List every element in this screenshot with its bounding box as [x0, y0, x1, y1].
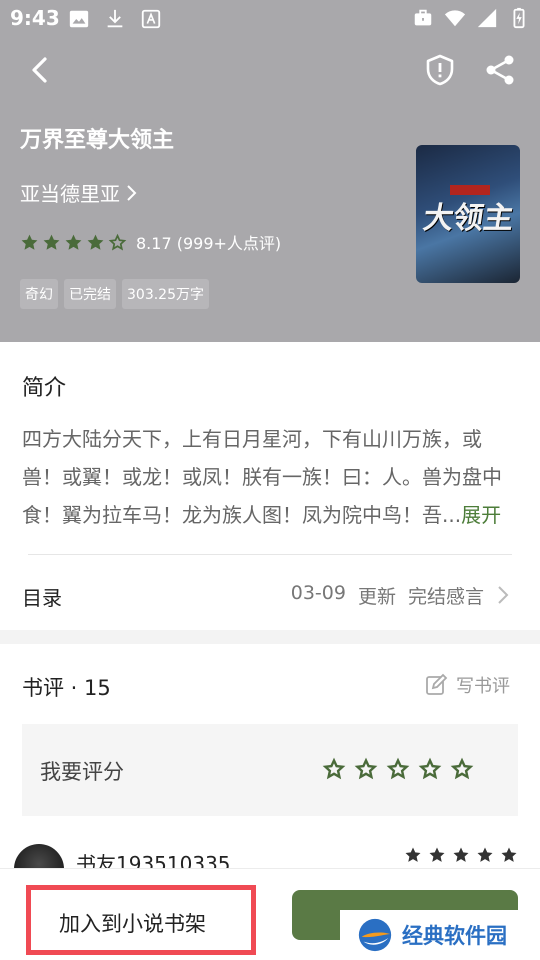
reviewer-stars	[404, 846, 518, 864]
watermark-logo-icon	[358, 918, 392, 952]
intro-heading: 简介	[22, 376, 67, 401]
watermark: 经典软件园	[340, 910, 540, 960]
toc-row[interactable]: 目录 03-09 更新 完结感言	[0, 562, 540, 628]
status-bar: 9:43	[0, 0, 540, 36]
rate-star-4-icon[interactable]	[418, 757, 442, 781]
expand-link[interactable]: 展开	[461, 503, 501, 527]
watermark-text: 经典软件园	[402, 924, 507, 948]
status-notification-icons	[68, 8, 162, 30]
book-tags: 奇幻 已完结 303.25万字	[20, 279, 209, 309]
toc-latest-chapter: 完结感言	[407, 586, 484, 608]
star-filled-icon	[429, 847, 445, 862]
rate-star-5-icon[interactable]	[450, 757, 474, 781]
star-filled-icon	[405, 847, 421, 862]
signal-icon	[477, 8, 497, 28]
author-link[interactable]: 亚当德里亚	[20, 178, 138, 207]
chevron-right-icon	[498, 586, 509, 604]
book-header: 9:43 万界至尊大领主 亚当德里亚 8.17 (999+人点评) 奇幻 已完结…	[0, 0, 540, 342]
tag-status: 已完结	[64, 279, 116, 309]
review-heading: 书评 · 15	[22, 676, 111, 700]
star-filled-icon	[43, 234, 60, 250]
divider	[28, 554, 512, 555]
briefcase-icon	[414, 9, 432, 26]
rate-star-3-icon[interactable]	[386, 757, 410, 781]
intro-text: 四方大陆分天下，上有日月星河，下有山川万族，或兽！或翼！或龙！或凤！朕有一族！曰…	[22, 420, 512, 534]
rate-star-1-icon[interactable]	[322, 757, 346, 781]
star-outline-icon	[108, 233, 127, 250]
add-to-shelf-label: 加入到小说书架	[59, 912, 206, 936]
star-filled-icon	[65, 234, 82, 250]
toc-update-label: 更新	[357, 586, 396, 608]
share-button[interactable]	[482, 52, 518, 88]
rate-label: 我要评分	[40, 760, 124, 784]
edit-icon	[426, 673, 448, 695]
rate-star-2-icon[interactable]	[354, 757, 378, 781]
write-review-label: 写书评	[456, 676, 510, 697]
rating-text: 8.17 (999+人点评)	[136, 234, 282, 253]
status-system-icons	[412, 7, 530, 29]
rate-panel: 我要评分	[22, 724, 518, 816]
battery-icon	[513, 7, 525, 29]
section-separator	[0, 630, 540, 644]
book-title: 万界至尊大领主	[20, 128, 175, 153]
toc-latest-info: 03-09 更新 完结感言	[291, 582, 484, 609]
tag-word-count: 303.25万字	[122, 279, 209, 309]
status-time: 9:43	[10, 6, 60, 30]
cover-title: 大领主	[421, 201, 516, 236]
back-button[interactable]	[22, 52, 58, 88]
star-filled-icon	[21, 234, 38, 250]
rate-stars	[322, 757, 474, 781]
write-review-button[interactable]: 写书评	[424, 672, 510, 698]
book-cover[interactable]: 大领主	[416, 145, 520, 283]
text-a-icon	[141, 9, 161, 29]
chevron-right-icon	[127, 184, 137, 201]
author-name: 亚当德里亚	[20, 182, 120, 206]
star-filled-icon	[477, 847, 493, 862]
intro-body: 四方大陆分天下，上有日月星河，下有山川万族，或兽！或翼！或龙！或凤！朕有一族！曰…	[22, 427, 502, 527]
star-filled-icon	[501, 847, 517, 862]
download-icon	[107, 9, 123, 28]
report-shield-button[interactable]	[422, 52, 458, 88]
star-filled-icon	[87, 234, 104, 250]
tag-genre: 奇幻	[20, 279, 58, 309]
wifi-icon	[444, 10, 466, 27]
image-icon	[69, 10, 89, 28]
toc-label: 目录	[22, 586, 62, 610]
rating-row: 8.17 (999+人点评)	[20, 230, 281, 254]
toc-date: 03-09	[290, 582, 346, 604]
star-filled-icon	[453, 847, 469, 862]
add-to-shelf-button[interactable]: 加入到小说书架	[26, 885, 256, 955]
